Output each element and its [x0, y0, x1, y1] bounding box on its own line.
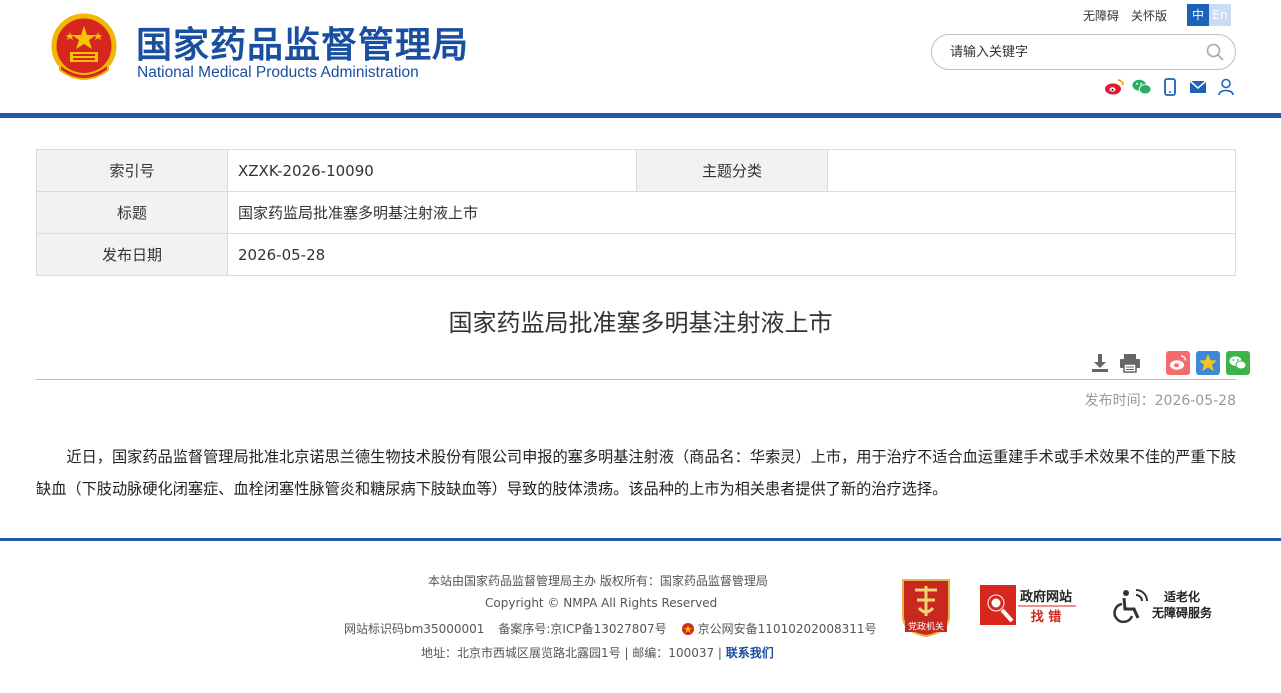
search-box	[931, 34, 1236, 70]
index-number-label: 索引号	[36, 149, 228, 192]
site-footer: 本站由国家药品监督管理局主办 版权所有：国家药品监督管理局 Copyright …	[0, 541, 1281, 693]
icp-link[interactable]: 备案序号:京ICP备13027807号	[498, 620, 666, 637]
article-body: 近日，国家药品监督管理局批准北京诺思兰德生物技术股份有限公司申报的塞多明基注射液…	[36, 448, 1236, 498]
article-toolbar	[1088, 351, 1250, 375]
address-text: 地址：北京市西城区展览路北露园1号 | 邮编：100037 |	[421, 646, 726, 660]
site-name-cn[interactable]: 国家药品监督管理局	[136, 16, 469, 68]
mobile-icon[interactable]	[1160, 77, 1180, 97]
police-record[interactable]: 京公网安备11010202008311号	[681, 620, 877, 637]
table-row: 标题 国家药监局批准塞多明基注射液上市	[36, 191, 1236, 234]
social-links	[1104, 77, 1236, 97]
site-id: 网站标识码bm35000001	[344, 622, 485, 636]
site-name-en[interactable]: National Medical Products Administration	[137, 64, 419, 82]
elderly-mode-link[interactable]: 关怀版	[1131, 7, 1167, 24]
gov-badge-title: 政府网站	[1020, 589, 1072, 605]
publish-time: 发布时间：2026-05-28	[1084, 393, 1236, 409]
top-links: 无障碍 关怀版	[1083, 7, 1167, 24]
wechat-icon[interactable]	[1132, 77, 1152, 97]
weibo-share-icon[interactable]	[1166, 351, 1190, 375]
table-row: 发布日期 2026-05-28	[36, 233, 1236, 276]
title-label: 标题	[36, 191, 228, 234]
elderly-accessibility-badge[interactable]: 适老化 无障碍服务	[1112, 587, 1222, 623]
lang-en-button[interactable]: En	[1209, 4, 1231, 26]
topic-category-value	[827, 149, 1236, 192]
download-icon[interactable]	[1088, 351, 1112, 375]
footer-address: 地址：北京市西城区展览路北露园1号 | 邮编：100037 | 联系我们	[421, 644, 774, 661]
search-icon[interactable]	[1205, 42, 1225, 62]
qzone-share-icon[interactable]	[1196, 351, 1220, 375]
index-number-value: XZXK-2026-10090	[227, 149, 637, 192]
toolbar-spacer	[1148, 351, 1160, 375]
footer-sponsor: 本站由国家药品监督管理局主办 版权所有：国家药品监督管理局	[428, 574, 768, 588]
party-government-badge[interactable]: 党政机关	[899, 576, 953, 638]
accessibility-link[interactable]: 无障碍	[1083, 7, 1119, 24]
header-divider-bar	[0, 113, 1281, 118]
national-emblem-icon[interactable]	[46, 10, 122, 86]
publish-date-label: 发布日期	[36, 233, 228, 276]
topic-category-label: 主题分类	[636, 149, 828, 192]
footer-registration: 网站标识码bm35000001 备案序号:京ICP备13027807号 京公网安…	[344, 620, 877, 637]
police-badge-icon	[681, 622, 694, 635]
document-meta-table: 索引号 XZXK-2026-10090 主题分类 标题 国家药监局批准塞多明基注…	[36, 149, 1236, 276]
title-divider	[36, 379, 1236, 380]
table-row: 索引号 XZXK-2026-10090 主题分类	[36, 149, 1236, 192]
elderly-badge-line1: 适老化	[1164, 589, 1200, 604]
user-icon[interactable]	[1216, 77, 1236, 97]
contact-us-link[interactable]: 联系我们	[726, 646, 774, 660]
lang-zh-button[interactable]: 中	[1187, 4, 1209, 26]
gov-site-error-report-badge[interactable]: 政府网站 找 错	[978, 581, 1078, 629]
party-badge-label: 党政机关	[908, 621, 944, 633]
elderly-badge-line2: 无障碍服务	[1151, 605, 1213, 620]
publish-date-value: 2026-05-28	[227, 233, 1236, 276]
title-value: 国家药监局批准塞多明基注射液上市	[227, 191, 1236, 234]
wechat-share-icon[interactable]	[1226, 351, 1250, 375]
search-input[interactable]	[950, 42, 1200, 62]
footer-copyright: Copyright © NMPA All Rights Reserved	[485, 596, 718, 610]
gov-badge-sub: 找 错	[1031, 609, 1062, 625]
police-record-text: 京公网安备11010202008311号	[697, 622, 877, 636]
mail-icon[interactable]	[1188, 77, 1208, 97]
site-header: 国家药品监督管理局 National Medical Products Admi…	[0, 0, 1281, 116]
print-icon[interactable]	[1118, 351, 1142, 375]
weibo-icon[interactable]	[1104, 77, 1124, 97]
language-switch: 中 En	[1187, 4, 1231, 26]
article-title: 国家药监局批准塞多明基注射液上市	[448, 309, 833, 337]
